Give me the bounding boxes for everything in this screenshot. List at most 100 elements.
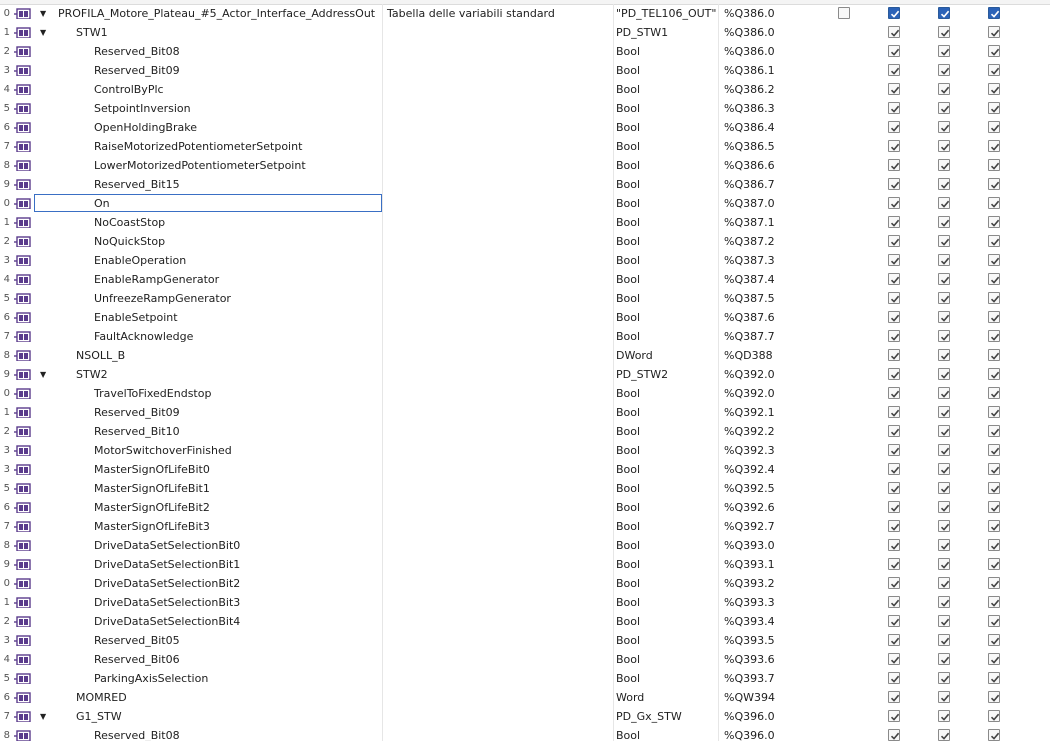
accessible-checkbox[interactable]: [888, 121, 900, 133]
visible-checkbox[interactable]: [988, 615, 1000, 627]
writable-checkbox[interactable]: [938, 64, 950, 76]
table-row[interactable]: 4 EnableRampGenerator Bool %Q387.4: [0, 270, 1050, 289]
tag-comment[interactable]: [384, 688, 614, 707]
table-row[interactable]: 2 Reserved_Bit10 Bool %Q392.2: [0, 422, 1050, 441]
table-row[interactable]: 8 Reserved_Bit08 Bool %Q396.0: [0, 726, 1050, 741]
writable-checkbox[interactable]: [938, 330, 950, 342]
tag-address[interactable]: %Q386.4: [722, 118, 820, 137]
tag-address[interactable]: %Q386.0: [722, 4, 820, 23]
tag-address[interactable]: %Q387.1: [722, 213, 820, 232]
table-row[interactable]: 5 UnfreezeRampGenerator Bool %Q387.5: [0, 289, 1050, 308]
visible-checkbox[interactable]: [988, 102, 1000, 114]
visible-checkbox[interactable]: [988, 83, 1000, 95]
visible-checkbox[interactable]: [988, 596, 1000, 608]
tag-comment[interactable]: [384, 308, 614, 327]
tag-name[interactable]: MOMRED: [38, 688, 383, 707]
tag-address[interactable]: %Q393.2: [722, 574, 820, 593]
writable-checkbox[interactable]: [938, 406, 950, 418]
accessible-checkbox[interactable]: [888, 197, 900, 209]
tag-data-type[interactable]: Bool: [614, 42, 719, 61]
table-row[interactable]: 8 NSOLL_B DWord %QD388: [0, 346, 1050, 365]
visible-checkbox[interactable]: [988, 311, 1000, 323]
visible-checkbox[interactable]: [988, 349, 1000, 361]
tag-name[interactable]: DriveDataSetSelectionBit4: [38, 612, 383, 631]
tag-comment[interactable]: [384, 80, 614, 99]
visible-checkbox[interactable]: [988, 235, 1000, 247]
tag-data-type[interactable]: PD_STW2: [614, 365, 719, 384]
writable-checkbox[interactable]: [938, 444, 950, 456]
tag-data-type[interactable]: Bool: [614, 327, 719, 346]
visible-checkbox[interactable]: [988, 520, 1000, 532]
writable-checkbox[interactable]: [938, 729, 950, 741]
tag-name[interactable]: STW2: [38, 365, 383, 384]
writable-checkbox[interactable]: [938, 596, 950, 608]
table-row[interactable]: 8 DriveDataSetSelectionBit0 Bool %Q393.0: [0, 536, 1050, 555]
table-row[interactable]: 7 FaultAcknowledge Bool %Q387.7: [0, 327, 1050, 346]
accessible-checkbox[interactable]: [888, 254, 900, 266]
table-row[interactable]: 2 Reserved_Bit08 Bool %Q386.0: [0, 42, 1050, 61]
tag-data-type[interactable]: Bool: [614, 99, 719, 118]
tag-comment[interactable]: [384, 251, 614, 270]
tag-address[interactable]: %Q392.0: [722, 384, 820, 403]
writable-checkbox[interactable]: [938, 159, 950, 171]
tag-comment[interactable]: [384, 536, 614, 555]
tag-data-type[interactable]: Bool: [614, 118, 719, 137]
accessible-checkbox[interactable]: [888, 349, 900, 361]
tag-comment[interactable]: [384, 289, 614, 308]
accessible-checkbox[interactable]: [888, 387, 900, 399]
tag-address[interactable]: %Q396.0: [722, 726, 820, 741]
tag-address[interactable]: %Q386.0: [722, 23, 820, 42]
tag-comment[interactable]: [384, 175, 614, 194]
visible-checkbox[interactable]: [988, 7, 1000, 19]
writable-checkbox[interactable]: [938, 254, 950, 266]
accessible-checkbox[interactable]: [888, 159, 900, 171]
accessible-checkbox[interactable]: [888, 406, 900, 418]
table-row[interactable]: 9 Reserved_Bit15 Bool %Q386.7: [0, 175, 1050, 194]
tag-data-type[interactable]: Bool: [614, 536, 719, 555]
table-row[interactable]: 1 NoCoastStop Bool %Q387.1: [0, 213, 1050, 232]
visible-checkbox[interactable]: [988, 254, 1000, 266]
tag-address[interactable]: %Q386.3: [722, 99, 820, 118]
tag-data-type[interactable]: Bool: [614, 422, 719, 441]
tag-address[interactable]: %Q392.3: [722, 441, 820, 460]
visible-checkbox[interactable]: [988, 501, 1000, 513]
tag-address[interactable]: %Q387.7: [722, 327, 820, 346]
tag-address[interactable]: %QD388: [722, 346, 820, 365]
tag-comment[interactable]: [384, 517, 614, 536]
accessible-checkbox[interactable]: [888, 235, 900, 247]
accessible-checkbox[interactable]: [888, 64, 900, 76]
writable-checkbox[interactable]: [938, 539, 950, 551]
accessible-checkbox[interactable]: [888, 273, 900, 285]
tag-name[interactable]: FaultAcknowledge: [38, 327, 383, 346]
table-row[interactable]: 4 ControlByPlc Bool %Q386.2: [0, 80, 1050, 99]
visible-checkbox[interactable]: [988, 368, 1000, 380]
tag-comment[interactable]: [384, 346, 614, 365]
tag-comment[interactable]: [384, 365, 614, 384]
tag-data-type[interactable]: Bool: [614, 213, 719, 232]
visible-checkbox[interactable]: [988, 729, 1000, 741]
visible-checkbox[interactable]: [988, 406, 1000, 418]
accessible-checkbox[interactable]: [888, 45, 900, 57]
tag-comment[interactable]: [384, 460, 614, 479]
tag-comment[interactable]: [384, 270, 614, 289]
writable-checkbox[interactable]: [938, 178, 950, 190]
writable-checkbox[interactable]: [938, 292, 950, 304]
tag-address[interactable]: %Q393.3: [722, 593, 820, 612]
visible-checkbox[interactable]: [988, 216, 1000, 228]
tag-address[interactable]: %Q387.6: [722, 308, 820, 327]
table-row[interactable]: 3 Reserved_Bit05 Bool %Q393.5: [0, 631, 1050, 650]
tag-data-type[interactable]: Bool: [614, 232, 719, 251]
writable-checkbox[interactable]: [938, 558, 950, 570]
writable-checkbox[interactable]: [938, 197, 950, 209]
tag-name[interactable]: Reserved_Bit09: [38, 403, 383, 422]
visible-checkbox[interactable]: [988, 330, 1000, 342]
writable-checkbox[interactable]: [938, 387, 950, 399]
tag-name[interactable]: TravelToFixedEndstop: [38, 384, 383, 403]
tag-comment[interactable]: [384, 479, 614, 498]
accessible-checkbox[interactable]: [888, 539, 900, 551]
tag-data-type[interactable]: Bool: [614, 403, 719, 422]
tag-address[interactable]: %Q393.4: [722, 612, 820, 631]
accessible-checkbox[interactable]: [888, 482, 900, 494]
tag-address[interactable]: %Q392.5: [722, 479, 820, 498]
tag-name[interactable]: OpenHoldingBrake: [38, 118, 383, 137]
